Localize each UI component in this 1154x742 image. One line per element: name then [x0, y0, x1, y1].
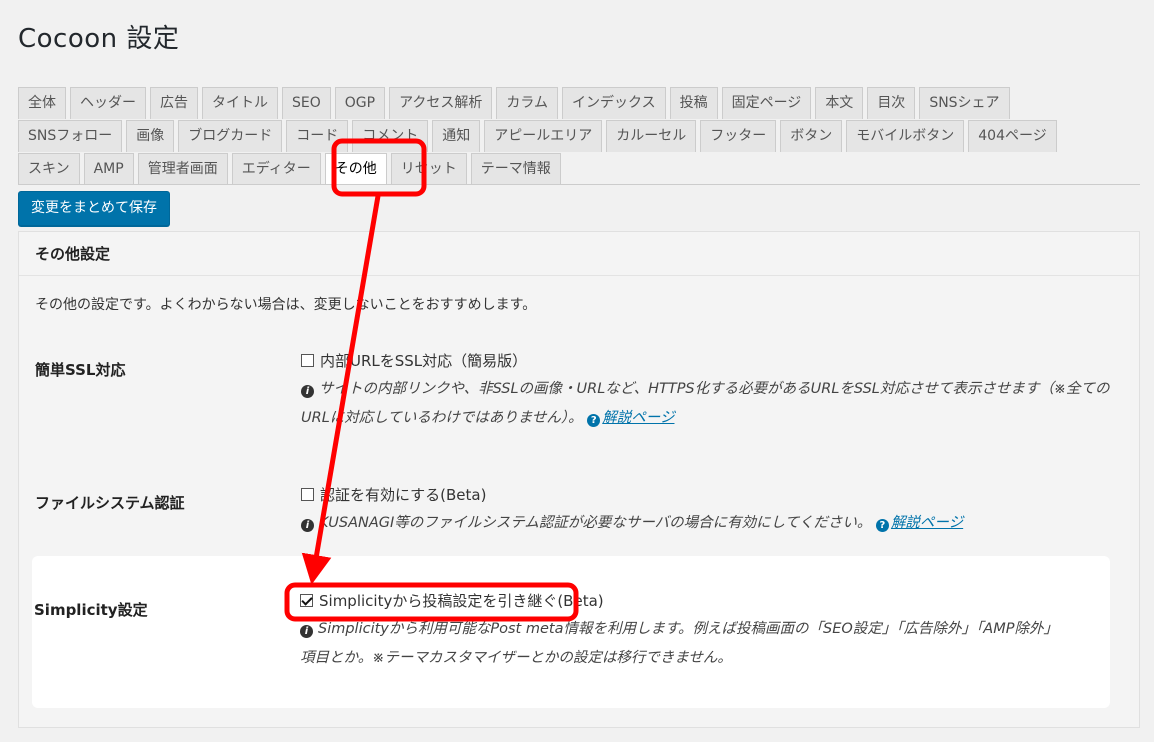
info-icon: i	[300, 625, 313, 638]
tab-row3-4[interactable]: その他	[324, 153, 387, 185]
tab-row3-1[interactable]: AMP	[83, 153, 134, 185]
ssl-note: i サイトの内部リンクや、非SSLの画像・URLなど、HTTPS化する必要があるU…	[301, 375, 1121, 433]
tab-row1-1[interactable]: ヘッダー	[70, 87, 146, 119]
simplicity-note: i Simplicityから利用可能なPost meta情報を利用します。例えば投…	[300, 615, 1120, 673]
filesystem-setting-label: ファイルシステム認証	[35, 494, 185, 512]
tab-row1-7[interactable]: カラム	[496, 87, 558, 119]
tab-row1-3[interactable]: タイトル	[202, 87, 278, 119]
tabs-divider	[18, 184, 1140, 185]
save-all-button[interactable]: 変更をまとめて保存	[18, 191, 170, 226]
simplicity-setting-label: Simplicity設定	[34, 601, 148, 619]
tab-row3-6[interactable]: テーマ情報	[470, 153, 561, 185]
tab-row1-5[interactable]: OGP	[334, 87, 386, 119]
simplicity-checkbox-label[interactable]: Simplicityから投稿設定を引き継ぐ(Beta)	[319, 590, 604, 611]
tab-row3-0[interactable]: スキン	[18, 153, 80, 185]
filesystem-checkbox-label[interactable]: 認証を有効にする(Beta)	[320, 484, 486, 505]
ssl-checkbox-label[interactable]: 内部URLをSSL対応（簡易版）	[320, 350, 527, 371]
panel-title: その他設定	[19, 232, 1139, 276]
tab-row-3: スキン AMP 管理者画面 エディター その他 リセット テーマ情報	[18, 153, 1140, 185]
tab-row2-5[interactable]: 通知	[432, 120, 481, 152]
tab-row-2: SNSフォロー 画像 ブログカード コード コメント 通知 アピールエリア カルーセル フッター…	[18, 120, 1140, 152]
simplicity-note-line2: 項目とか。※テーマカスタマイザーとかの設定は移行できません。	[300, 650, 732, 666]
tab-row1-8[interactable]: インデックス	[561, 87, 666, 119]
panel-description: その他の設定です。よくわからない場合は、変更しないことをおすすめします。	[35, 297, 537, 313]
tab-row2-6[interactable]: アピールエリア	[484, 120, 603, 152]
ssl-note-text: サイトの内部リンクや、非SSLの画像・URLなど、HTTPS化する必要があるUR…	[301, 381, 1110, 426]
tab-row2-7[interactable]: カルーセル	[606, 120, 697, 152]
ssl-setting-label: 簡単SSL対応	[35, 361, 126, 379]
ssl-help-link[interactable]: 解説ページ	[602, 410, 674, 426]
tab-row1-4[interactable]: SEO	[282, 87, 331, 119]
tab-row1-13[interactable]: SNSシェア	[919, 87, 1010, 119]
filesystem-checkbox-row[interactable]: 認証を有効にする(Beta)	[301, 483, 1121, 505]
tab-row3-5[interactable]: リセット	[390, 153, 467, 185]
tab-row2-3[interactable]: コード	[286, 120, 349, 152]
filesystem-setting-content: 認証を有効にする(Beta) i KUSANAGI等のファイルシステム認証が必要な…	[301, 483, 1121, 538]
tab-row2-9[interactable]: ボタン	[780, 120, 843, 152]
simplicity-checkbox[interactable]	[300, 593, 313, 607]
tab-row2-4[interactable]: コメント	[352, 120, 429, 152]
tab-row3-3[interactable]: エディター	[231, 153, 321, 185]
tab-row2-11[interactable]: 404ページ	[968, 120, 1057, 152]
tab-row2-2[interactable]: ブログカード	[178, 120, 283, 152]
tab-row1-10[interactable]: 固定ページ	[721, 87, 812, 119]
help-icon: ?	[875, 519, 889, 532]
simplicity-highlight-box: Simplicity設定 Simplicityから投稿設定を引き継ぐ(Beta)…	[32, 556, 1110, 708]
tab-row-1: 全体 ヘッダー 広告 タイトル SEO OGP アクセス解析 カラム インデックス 投稿 固定ページ…	[18, 87, 1140, 119]
info-icon: i	[301, 385, 314, 398]
tab-row2-1[interactable]: 画像	[126, 120, 175, 152]
tab-row2-8[interactable]: フッター	[700, 120, 777, 152]
info-icon: i	[301, 519, 314, 532]
settings-tabs: 全体 ヘッダー 広告 タイトル SEO OGP アクセス解析 カラム インデックス 投稿 固定ページ…	[18, 87, 1140, 186]
filesystem-note: i KUSANAGI等のファイルシステム認証が必要なサーバの場合に有効にしてくださ…	[301, 509, 1121, 538]
tab-row3-2[interactable]: 管理者画面	[137, 153, 228, 185]
ssl-checkbox[interactable]	[301, 353, 314, 367]
help-icon: ?	[587, 414, 601, 427]
ssl-setting-content: 内部URLをSSL対応（簡易版） i サイトの内部リンクや、非SSLの画像・URL…	[301, 349, 1121, 433]
tab-row1-2[interactable]: 広告	[150, 87, 198, 119]
page-title: Cocoon 設定	[18, 24, 180, 54]
ssl-checkbox-row[interactable]: 内部URLをSSL対応（簡易版）	[301, 349, 1121, 371]
tab-row1-0[interactable]: 全体	[18, 87, 66, 119]
tab-row2-10[interactable]: モバイルボタン	[846, 120, 965, 152]
tab-row1-12[interactable]: 目次	[867, 87, 916, 119]
simplicity-checkbox-row[interactable]: Simplicityから投稿設定を引き継ぐ(Beta)	[300, 589, 1120, 611]
tab-row1-11[interactable]: 本文	[815, 87, 864, 119]
filesystem-note-text: KUSANAGI等のファイルシステム認証が必要なサーバの場合に有効にしてください…	[319, 515, 872, 531]
simplicity-setting-content: Simplicityから投稿設定を引き継ぐ(Beta) i Simplicityか…	[300, 589, 1120, 673]
tab-row1-9[interactable]: 投稿	[669, 87, 718, 119]
tab-row2-0[interactable]: SNSフォロー	[18, 120, 123, 152]
filesystem-checkbox[interactable]	[301, 487, 314, 501]
simplicity-note-line1: Simplicityから利用可能なPost meta情報を利用します。例えば投稿…	[318, 621, 1058, 637]
tab-row1-6[interactable]: アクセス解析	[389, 87, 493, 119]
filesystem-help-link[interactable]: 解説ページ	[891, 515, 963, 531]
